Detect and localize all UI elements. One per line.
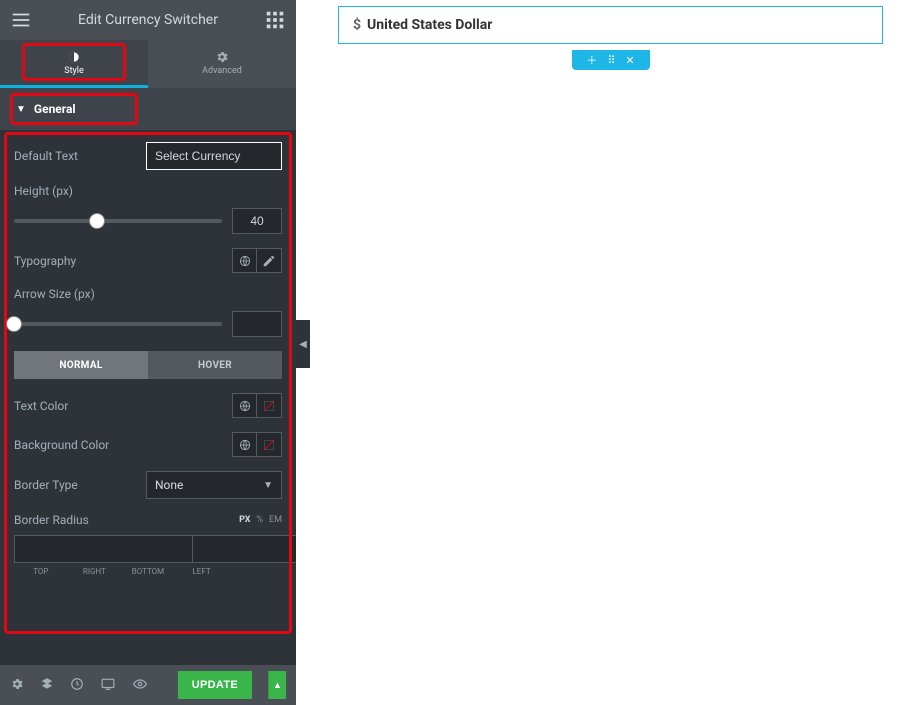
typography-label: Typography — [14, 254, 76, 268]
apps-icon[interactable] — [264, 9, 286, 31]
tab-style[interactable]: Style — [0, 40, 148, 88]
bg-color-global-icon[interactable] — [232, 432, 257, 457]
style-controls: Default Text Height (px) Typography — [0, 130, 296, 665]
currency-switcher[interactable]: $ United States Dollar — [338, 6, 883, 44]
history-icon[interactable] — [70, 677, 84, 694]
menu-icon[interactable] — [10, 9, 32, 31]
height-label: Height (px) — [14, 184, 73, 198]
radius-right-lbl: RIGHT — [68, 563, 122, 576]
preview-area: $ United States Dollar ＋ ⠿ ✕ ⤢ HOME › NE… — [310, 0, 911, 705]
height-value[interactable] — [232, 208, 282, 234]
border-type-value: None — [155, 478, 183, 492]
tab-style-label: Style — [64, 66, 84, 76]
bg-color-label: Background Color — [14, 438, 109, 452]
currency-label: United States Dollar — [367, 17, 492, 33]
tab-advanced-label: Advanced — [202, 66, 242, 76]
close-section-icon[interactable]: ✕ — [625, 54, 634, 67]
caret-down-icon: ▼ — [16, 104, 26, 115]
state-tabs: NORMAL HOVER — [14, 351, 282, 379]
border-radius-label: Border Radius — [14, 513, 89, 527]
border-radius-units: PX % EM — [239, 515, 282, 525]
default-text-input[interactable] — [146, 142, 282, 170]
text-color-picker[interactable] — [257, 393, 282, 418]
typography-edit-icon[interactable] — [257, 248, 282, 273]
radius-top-lbl: TOP — [14, 563, 68, 576]
radius-right[interactable] — [192, 535, 296, 563]
edit-section-icon[interactable]: ⠿ — [607, 54, 615, 67]
panel-tabs: Style Advanced — [0, 40, 296, 88]
unit-percent[interactable]: % — [256, 515, 263, 525]
panel-title: Edit Currency Switcher — [32, 12, 264, 28]
arrow-size-label: Arrow Size (px) — [14, 287, 95, 301]
height-slider[interactable] — [14, 219, 222, 223]
state-normal[interactable]: NORMAL — [14, 351, 148, 379]
tab-advanced[interactable]: Advanced — [148, 40, 296, 88]
border-type-label: Border Type — [14, 478, 78, 492]
typography-global-icon[interactable] — [232, 248, 257, 273]
border-type-select[interactable]: None ▼ — [146, 471, 282, 499]
update-options[interactable]: ▲ — [268, 671, 286, 699]
navigator-icon[interactable] — [40, 677, 54, 694]
section-controls: ＋ ⠿ ✕ — [572, 50, 650, 70]
collapse-panel[interactable]: ◀ — [296, 320, 310, 368]
settings-icon[interactable] — [10, 677, 24, 694]
text-color-label: Text Color — [14, 399, 68, 413]
arrow-size-slider[interactable] — [14, 322, 222, 326]
preview-icon[interactable] — [132, 677, 148, 694]
panel-footer: UPDATE ▲ — [0, 665, 296, 705]
unit-em[interactable]: EM — [269, 515, 282, 525]
section-general-label: General — [34, 102, 76, 116]
bg-color-picker[interactable] — [257, 432, 282, 457]
responsive-icon[interactable] — [100, 677, 116, 694]
default-text-label: Default Text — [14, 149, 78, 163]
radius-top[interactable] — [14, 535, 192, 563]
editor-panel: Edit Currency Switcher Style Advanced ▼ … — [0, 0, 296, 705]
radius-bottom-lbl: BOTTOM — [121, 563, 175, 576]
arrow-size-value[interactable] — [232, 311, 282, 337]
text-color-global-icon[interactable] — [232, 393, 257, 418]
update-button[interactable]: UPDATE — [178, 671, 252, 699]
radius-left-lbl: LEFT — [175, 563, 229, 576]
unit-px[interactable]: PX — [239, 515, 250, 525]
add-section-icon[interactable]: ＋ — [586, 52, 597, 68]
section-general[interactable]: ▼ General — [0, 88, 296, 130]
chevron-down-icon: ▼ — [263, 480, 273, 491]
state-hover[interactable]: HOVER — [148, 351, 282, 379]
panel-header: Edit Currency Switcher — [0, 0, 296, 40]
currency-symbol: $ — [353, 17, 361, 33]
border-radius-inputs — [14, 535, 282, 563]
